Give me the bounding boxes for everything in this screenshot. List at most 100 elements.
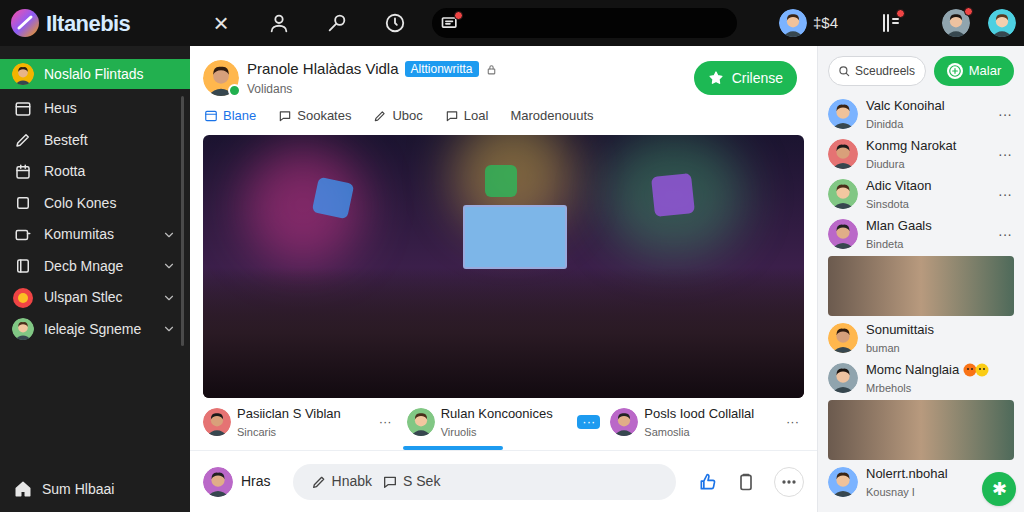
- follow-label: Crilense: [732, 68, 783, 89]
- person-sub: Viruolis: [441, 424, 553, 441]
- floating-tile: [485, 165, 517, 197]
- more-button[interactable]: ···: [781, 415, 804, 429]
- author-tag: Alttionwritta: [405, 61, 479, 77]
- notification-dot: [454, 11, 463, 20]
- post-photo[interactable]: [203, 135, 804, 398]
- sidebar-item[interactable]: Ulspan Stlec: [0, 282, 190, 314]
- post-tab[interactable]: Marodenouuts: [510, 103, 593, 129]
- contact-name-line: Mlan Gaals: [866, 216, 936, 236]
- tab-icon: [204, 109, 218, 123]
- menu-icon: [12, 192, 34, 214]
- contact-avatar[interactable]: [828, 179, 858, 209]
- right-button[interactable]: Malar: [934, 56, 1014, 86]
- profile-icon[interactable]: [268, 12, 290, 34]
- contact-name: Valc Konoihal: [866, 96, 945, 116]
- contact-item[interactable]: Sonumittaisbuman: [828, 320, 1014, 356]
- contact-avatar[interactable]: [828, 363, 858, 393]
- post-header: Pranole Hlalàdas VidlaAlttionwrittaVolid…: [190, 46, 817, 100]
- more-button[interactable]: ···: [374, 415, 397, 429]
- floating-tile: [651, 173, 695, 217]
- composer-action[interactable]: S Sek: [382, 471, 440, 492]
- logo-icon[interactable]: [10, 8, 40, 38]
- contact-name-line: Konmg Narokat: [866, 136, 960, 156]
- composer-field[interactable]: Hnabk S Sek: [293, 464, 676, 500]
- sidebar-item[interactable]: Noslalo Flintads: [0, 59, 190, 89]
- inbox-button[interactable]: [440, 13, 460, 33]
- contact-item[interactable]: Adic VitaonSinsdota ···: [828, 176, 1014, 212]
- item-label: Colo Kones: [44, 193, 152, 214]
- composer-action[interactable]: Hnabk: [311, 471, 372, 492]
- contact-name-line: Sonumittais: [866, 320, 938, 340]
- contact-more[interactable]: ···: [998, 184, 1014, 205]
- sidebar-scrollbar[interactable]: [181, 96, 184, 346]
- more-button[interactable]: ···: [577, 415, 600, 429]
- person-card[interactable]: Posls Iood CollallalSamoslia···: [610, 404, 804, 440]
- sidebar-item[interactable]: Decb Mnage: [0, 251, 190, 283]
- chevron-icon: [162, 133, 176, 147]
- composer-avatar[interactable]: [203, 467, 233, 497]
- contact-item[interactable]: Momc NalnglaiaMrbehols: [828, 360, 1014, 396]
- contact-info: Adic VitaonSinsdota: [866, 176, 936, 212]
- person-avatar[interactable]: [407, 408, 435, 436]
- sidebar-item[interactable]: Rootta: [0, 156, 190, 188]
- stage-screen: [463, 205, 567, 269]
- sidebar-item[interactable]: Ieleaje Sgneme: [0, 314, 190, 346]
- post-tab[interactable]: Uboc: [373, 103, 422, 129]
- person-avatar[interactable]: [610, 408, 638, 436]
- search-icon[interactable]: [326, 12, 348, 34]
- contact-avatar[interactable]: [828, 139, 858, 169]
- stats-button[interactable]: [878, 11, 902, 35]
- photo-strip[interactable]: [828, 400, 1014, 460]
- tab-icon: [445, 109, 459, 123]
- sidebar-footer[interactable]: Sum Hlbaai: [0, 474, 190, 504]
- clipboard-icon[interactable]: [736, 472, 756, 492]
- user-avatar[interactable]: [779, 9, 807, 37]
- notification-dot: [964, 7, 973, 16]
- action-label: S Sek: [403, 471, 440, 492]
- search-input[interactable]: [855, 62, 917, 80]
- contact-avatar[interactable]: [828, 219, 858, 249]
- like-icon[interactable]: [698, 472, 718, 492]
- contact-avatar[interactable]: [828, 467, 858, 497]
- crowd: [203, 268, 804, 398]
- post-tab[interactable]: Loal: [445, 103, 489, 129]
- top-search[interactable]: [432, 8, 737, 38]
- post-tab[interactable]: Sookates: [278, 103, 351, 129]
- post-tab[interactable]: Blane: [204, 103, 256, 129]
- contact-avatar[interactable]: [828, 323, 858, 353]
- right-search-row: Malar: [828, 56, 1014, 86]
- account-avatar[interactable]: [988, 9, 1016, 37]
- follow-button[interactable]: Crilense: [694, 61, 797, 95]
- tab-icon: [373, 109, 387, 123]
- contact-item[interactable]: Mlan GaalsBindeta···: [828, 216, 1014, 252]
- person-card[interactable]: Pasiiclan S ViblanSincaris···: [203, 404, 397, 440]
- sidebar-item[interactable]: Besteft: [0, 125, 190, 157]
- contact-item[interactable]: Valc KonoihalDinidda···: [828, 96, 1014, 132]
- button-icon: [947, 63, 963, 79]
- contact-name: Momc Nalnglaia: [866, 360, 959, 380]
- close-button[interactable]: ×: [210, 10, 232, 36]
- compose-fab[interactable]: ✱: [982, 472, 1016, 506]
- contact-avatar[interactable]: [828, 99, 858, 129]
- history-icon[interactable]: [384, 12, 406, 34]
- contact-name: Mlan Gaals: [866, 216, 932, 236]
- contact-item[interactable]: Konmg NarokatDiudura···: [828, 136, 1014, 172]
- notifications-button[interactable]: [942, 9, 970, 37]
- sidebar-item[interactable]: Heus: [0, 93, 190, 125]
- person-avatar[interactable]: [203, 408, 231, 436]
- contact-more[interactable]: ···: [998, 224, 1014, 245]
- contact-more[interactable]: ···: [998, 104, 1014, 125]
- more-icon[interactable]: [774, 467, 804, 497]
- contact-more[interactable]: ···: [998, 144, 1014, 165]
- app-logo[interactable]: Iltanebis: [10, 7, 210, 40]
- footer-label: Sum Hlbaai: [42, 479, 114, 500]
- photo-strip[interactable]: [828, 256, 1014, 316]
- sidebar-item[interactable]: Komumitas: [0, 219, 190, 251]
- sidebar-item[interactable]: Colo Kones: [0, 188, 190, 220]
- feed: Pranole Hlalàdas VidlaAlttionwrittaVolid…: [190, 46, 818, 512]
- author-name[interactable]: Pranole Hlalàdas Vidla: [247, 58, 399, 81]
- person-card[interactable]: Rulan KoncoonicesViruolis···: [407, 404, 601, 440]
- author-avatar[interactable]: [203, 60, 239, 96]
- menu-icon: [12, 98, 34, 120]
- right-search[interactable]: [828, 56, 926, 86]
